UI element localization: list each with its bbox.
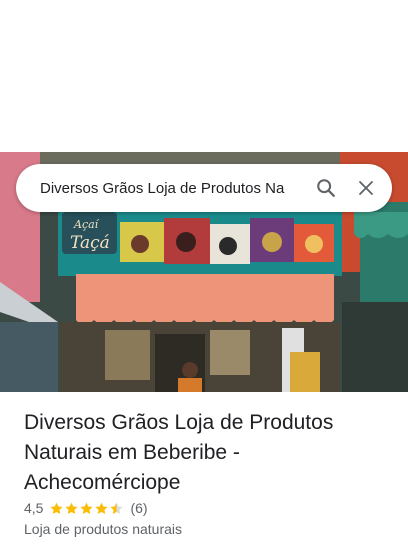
place-title: Diversos Grãos Loja de Produtos Naturais…: [24, 411, 334, 494]
close-icon: [359, 181, 373, 195]
star-icon: [80, 502, 94, 514]
rating-row[interactable]: 4,5 (6): [24, 500, 148, 516]
star-icon: [50, 502, 64, 514]
search-icon: [317, 179, 335, 197]
rating-value: 4,5: [24, 500, 44, 516]
star-icon: [65, 502, 79, 514]
review-count[interactable]: (6): [130, 500, 147, 516]
sign-text-2: Taçá: [70, 233, 110, 253]
star-rating: [49, 501, 124, 516]
search-input[interactable]: Diversos Grãos Loja de Produtos Na: [40, 180, 306, 197]
star-icon: [110, 502, 124, 514]
search-button[interactable]: [306, 168, 346, 208]
place-category: Loja de produtos naturais: [24, 521, 182, 537]
star-icon: [95, 502, 109, 514]
sign-text-1: Açaí: [73, 218, 100, 231]
search-bar[interactable]: Diversos Grãos Loja de Produtos Na: [16, 164, 392, 212]
clear-search-button[interactable]: [346, 168, 386, 208]
